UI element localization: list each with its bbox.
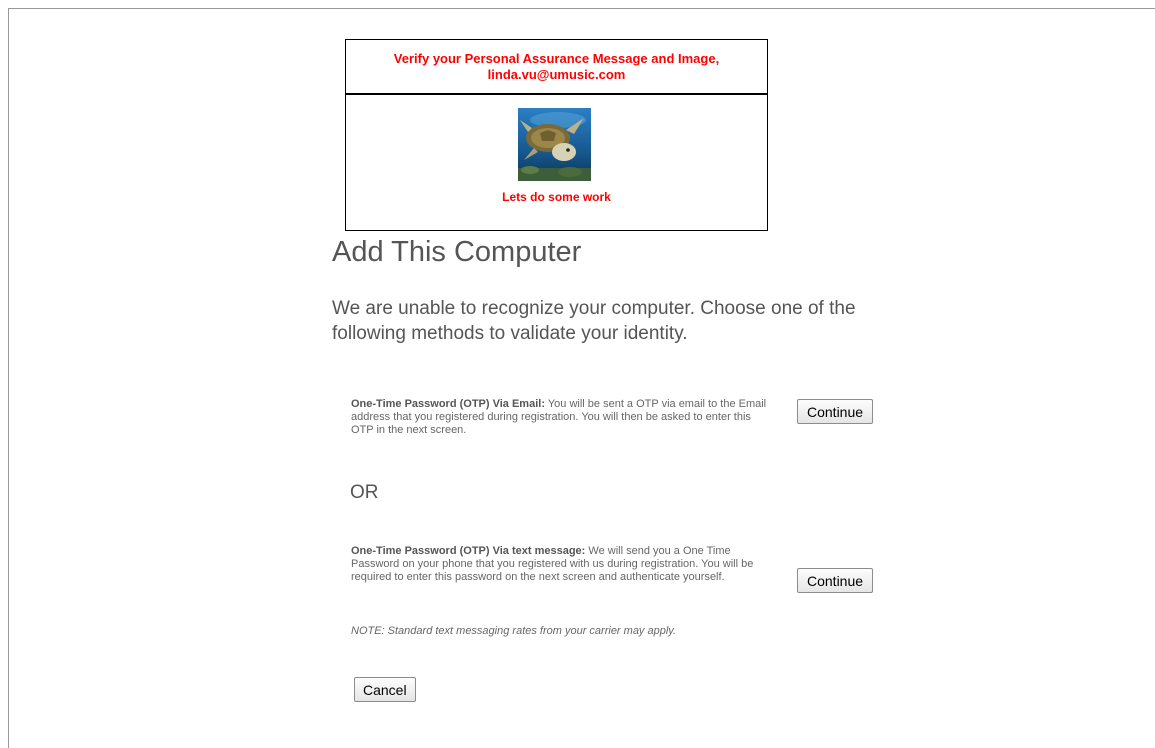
pam-message: Lets do some work [502,190,611,204]
email-otp-label: One-Time Password (OTP) Via Email: [351,398,545,410]
sms-rates-note: NOTE: Standard text messaging rates from… [351,625,677,637]
or-separator: OR [350,482,379,503]
email-otp-option: One-Time Password (OTP) Via Email: You w… [351,398,771,437]
personal-assurance-box: Verify your Personal Assurance Message a… [345,39,768,231]
page-title: Add This Computer [332,236,582,268]
text-otp-option: One-Time Password (OTP) Via text message… [351,545,771,584]
pam-heading: Verify your Personal Assurance Message a… [393,50,720,82]
email-continue-button[interactable]: Continue [797,399,874,424]
text-otp-label: One-Time Password (OTP) Via text message… [351,545,586,557]
text-continue-button[interactable]: Continue [797,568,874,593]
sea-turtle-image [518,108,591,181]
intro-text: We are unable to recognize your computer… [332,298,856,344]
cancel-button[interactable]: Cancel [354,677,416,702]
pam-heading-row: Verify your Personal Assurance Message a… [346,40,767,95]
